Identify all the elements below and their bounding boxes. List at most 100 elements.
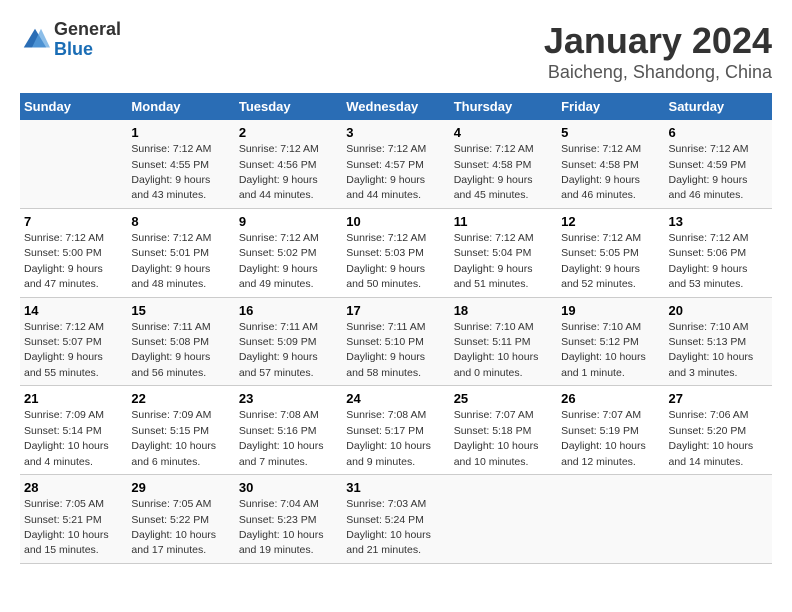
logo-general-text: General (54, 20, 121, 40)
day-number: 6 (669, 124, 768, 142)
day-info: and 55 minutes. (24, 367, 99, 379)
day-info: and 57 minutes. (239, 367, 314, 379)
day-info: Daylight: 9 hours (131, 174, 210, 186)
day-info: Sunrise: 7:11 AM (239, 321, 318, 333)
day-info: Daylight: 10 hours (346, 440, 431, 452)
title-section: January 2024 Baicheng, Shandong, China (544, 20, 772, 83)
calendar-cell: 18Sunrise: 7:10 AMSunset: 5:11 PMDayligh… (450, 297, 557, 386)
calendar-cell: 5Sunrise: 7:12 AMSunset: 4:58 PMDaylight… (557, 120, 664, 208)
calendar-cell: 29Sunrise: 7:05 AMSunset: 5:22 PMDayligh… (127, 475, 234, 564)
day-info: and 12 minutes. (561, 456, 636, 468)
day-number: 24 (346, 390, 445, 408)
day-info: Daylight: 10 hours (239, 529, 324, 541)
calendar-cell: 10Sunrise: 7:12 AMSunset: 5:03 PMDayligh… (342, 208, 449, 297)
day-info: Daylight: 9 hours (346, 351, 425, 363)
day-info: Daylight: 10 hours (454, 440, 539, 452)
day-number: 5 (561, 124, 660, 142)
day-info: Sunset: 5:11 PM (454, 336, 531, 348)
day-info: Sunset: 4:59 PM (669, 159, 747, 171)
day-info: Daylight: 9 hours (239, 351, 318, 363)
calendar-cell: 3Sunrise: 7:12 AMSunset: 4:57 PMDaylight… (342, 120, 449, 208)
day-info: and 44 minutes. (346, 189, 421, 201)
weekday-header-thursday: Thursday (450, 93, 557, 120)
day-number: 21 (24, 390, 123, 408)
calendar-cell: 4Sunrise: 7:12 AMSunset: 4:58 PMDaylight… (450, 120, 557, 208)
day-number: 29 (131, 479, 230, 497)
day-info: Sunrise: 7:12 AM (561, 232, 641, 244)
day-info: and 45 minutes. (454, 189, 529, 201)
day-info: Sunrise: 7:12 AM (239, 232, 319, 244)
day-info: and 19 minutes. (239, 544, 314, 556)
day-info: and 58 minutes. (346, 367, 421, 379)
weekday-header-tuesday: Tuesday (235, 93, 342, 120)
day-info: Daylight: 9 hours (669, 263, 748, 275)
main-title: January 2024 (544, 20, 772, 62)
day-info: and 47 minutes. (24, 278, 99, 290)
day-info: and 0 minutes. (454, 367, 523, 379)
day-number: 2 (239, 124, 338, 142)
day-info: and 46 minutes. (669, 189, 744, 201)
calendar-cell (450, 475, 557, 564)
day-info: Daylight: 10 hours (24, 440, 109, 452)
day-info: Sunset: 5:04 PM (454, 247, 532, 259)
day-info: Sunrise: 7:12 AM (131, 143, 211, 155)
logo: General Blue (20, 20, 121, 60)
weekday-header-wednesday: Wednesday (342, 93, 449, 120)
day-info: Sunrise: 7:12 AM (24, 321, 104, 333)
subtitle: Baicheng, Shandong, China (544, 62, 772, 83)
day-info: Daylight: 10 hours (454, 351, 539, 363)
logo-icon (20, 25, 50, 55)
day-info: Sunset: 4:57 PM (346, 159, 424, 171)
calendar-cell: 27Sunrise: 7:06 AMSunset: 5:20 PMDayligh… (665, 386, 772, 475)
day-info: Daylight: 10 hours (669, 440, 754, 452)
day-info: and 51 minutes. (454, 278, 529, 290)
day-info: Sunset: 5:19 PM (561, 425, 639, 437)
day-info: and 50 minutes. (346, 278, 421, 290)
day-info: and 53 minutes. (669, 278, 744, 290)
week-row-5: 28Sunrise: 7:05 AMSunset: 5:21 PMDayligh… (20, 475, 772, 564)
day-info: Sunrise: 7:12 AM (24, 232, 104, 244)
day-number: 27 (669, 390, 768, 408)
week-row-1: 1Sunrise: 7:12 AMSunset: 4:55 PMDaylight… (20, 120, 772, 208)
day-info: Daylight: 9 hours (239, 263, 318, 275)
day-info: Sunrise: 7:12 AM (131, 232, 211, 244)
calendar-cell: 17Sunrise: 7:11 AMSunset: 5:10 PMDayligh… (342, 297, 449, 386)
day-info: Sunset: 4:58 PM (454, 159, 532, 171)
day-info: Sunset: 5:12 PM (561, 336, 639, 348)
day-number: 4 (454, 124, 553, 142)
calendar-cell: 2Sunrise: 7:12 AMSunset: 4:56 PMDaylight… (235, 120, 342, 208)
day-info: Sunset: 5:05 PM (561, 247, 639, 259)
day-info: Sunset: 5:21 PM (24, 514, 102, 526)
day-info: and 9 minutes. (346, 456, 415, 468)
calendar-cell: 8Sunrise: 7:12 AMSunset: 5:01 PMDaylight… (127, 208, 234, 297)
week-row-4: 21Sunrise: 7:09 AMSunset: 5:14 PMDayligh… (20, 386, 772, 475)
day-info: and 48 minutes. (131, 278, 206, 290)
day-info: and 43 minutes. (131, 189, 206, 201)
day-info: Daylight: 10 hours (561, 440, 646, 452)
day-info: Sunrise: 7:10 AM (669, 321, 749, 333)
day-info: Sunrise: 7:05 AM (131, 498, 211, 510)
day-info: Sunset: 4:58 PM (561, 159, 639, 171)
day-number: 11 (454, 213, 553, 231)
calendar-cell (665, 475, 772, 564)
day-info: Sunrise: 7:10 AM (561, 321, 641, 333)
day-info: Sunset: 5:16 PM (239, 425, 317, 437)
day-info: and 3 minutes. (669, 367, 738, 379)
day-info: Daylight: 9 hours (131, 351, 210, 363)
page-header: General Blue January 2024 Baicheng, Shan… (20, 20, 772, 83)
day-info: Sunset: 5:00 PM (24, 247, 102, 259)
calendar-cell: 7Sunrise: 7:12 AMSunset: 5:00 PMDaylight… (20, 208, 127, 297)
day-info: Sunrise: 7:12 AM (346, 143, 426, 155)
logo-text: General Blue (54, 20, 121, 60)
day-info: and 10 minutes. (454, 456, 529, 468)
day-info: Daylight: 9 hours (454, 174, 533, 186)
day-number: 28 (24, 479, 123, 497)
day-info: Sunrise: 7:07 AM (561, 409, 641, 421)
day-info: and 46 minutes. (561, 189, 636, 201)
day-info: Sunset: 5:15 PM (131, 425, 209, 437)
day-info: Sunset: 5:17 PM (346, 425, 424, 437)
day-info: Daylight: 9 hours (131, 263, 210, 275)
day-info: Sunrise: 7:12 AM (454, 232, 534, 244)
day-info: and 21 minutes. (346, 544, 421, 556)
day-info: Sunrise: 7:05 AM (24, 498, 104, 510)
